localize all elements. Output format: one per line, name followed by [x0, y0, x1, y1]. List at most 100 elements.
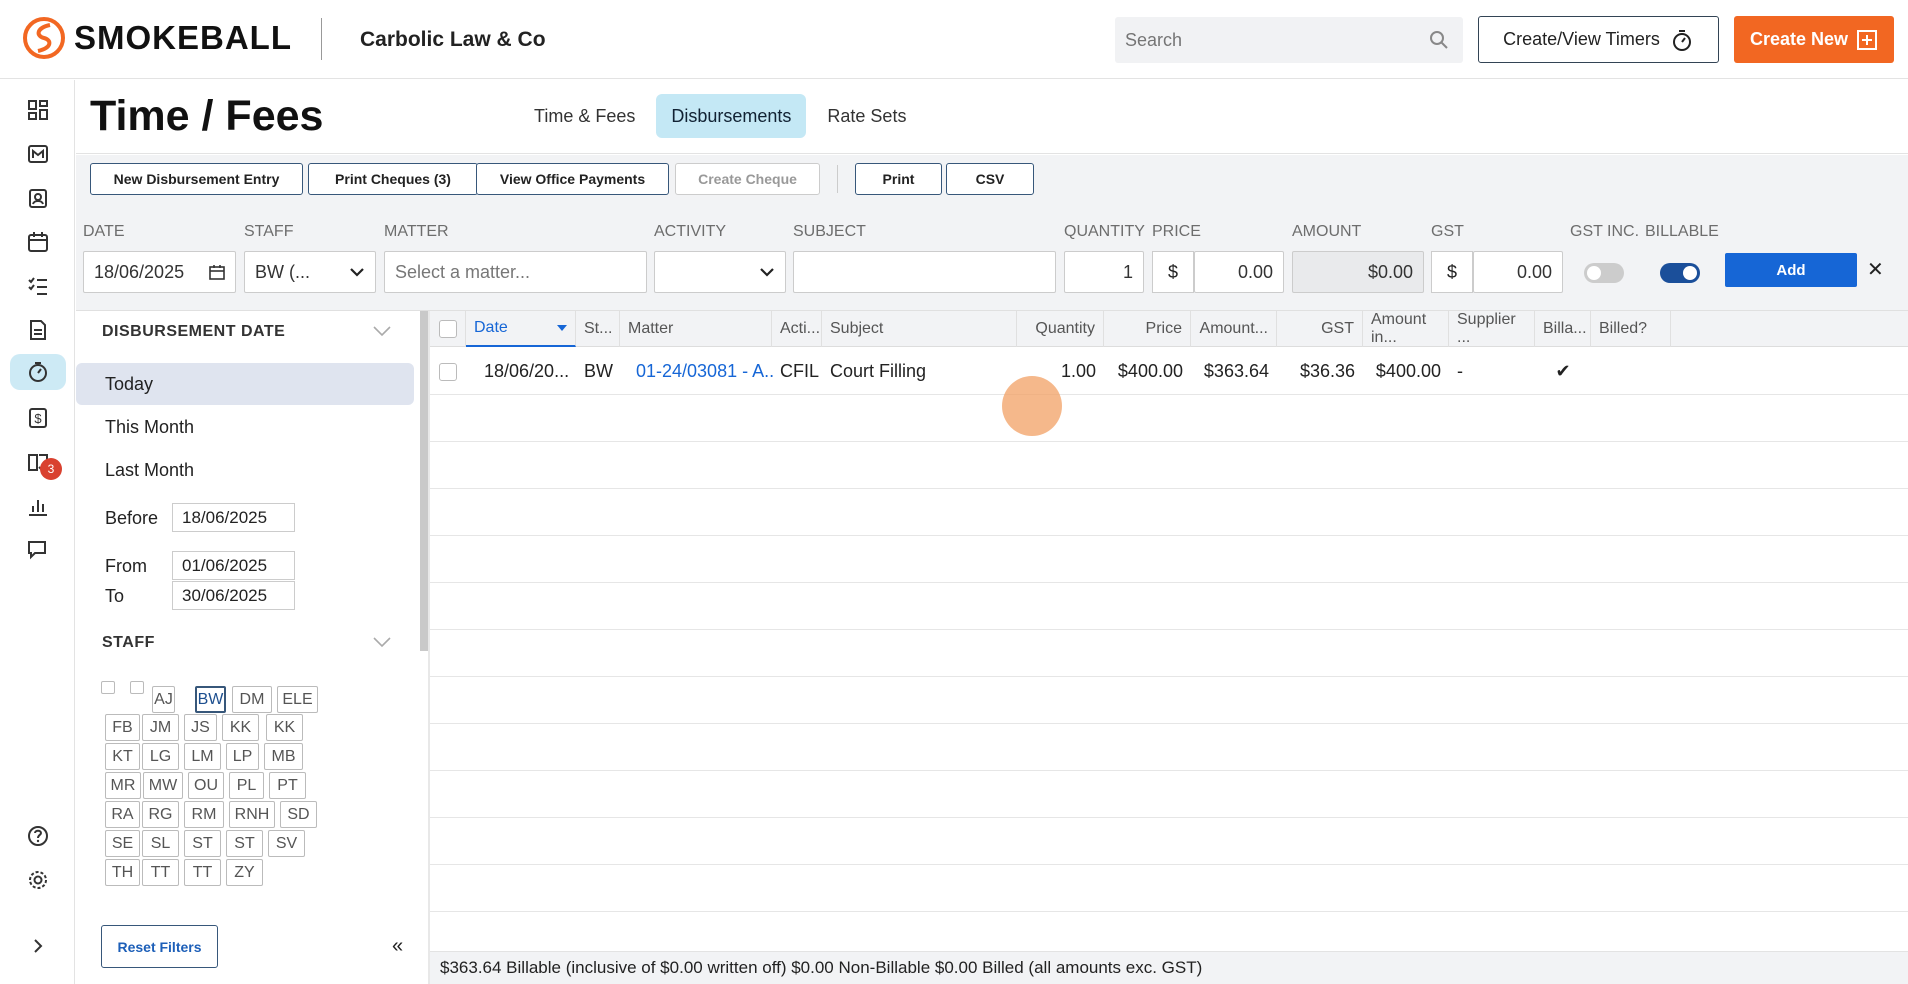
filters-scrollbar[interactable] — [420, 311, 428, 651]
column-supplier[interactable]: Supplier ... — [1449, 311, 1535, 347]
staff-heading[interactable]: STAFF — [102, 634, 155, 652]
sort-desc-icon[interactable] — [557, 325, 567, 331]
column-amount[interactable]: Amount... — [1191, 311, 1277, 347]
tasks-icon[interactable] — [24, 272, 52, 300]
staff-chip[interactable]: AJ — [152, 686, 175, 713]
close-icon[interactable]: ✕ — [1867, 257, 1884, 282]
row-checkbox[interactable] — [439, 362, 457, 381]
new-disbursement-entry-button[interactable]: New Disbursement Entry — [90, 163, 303, 195]
create-cheque-button[interactable]: Create Cheque — [675, 163, 820, 195]
staff-chip[interactable] — [130, 681, 144, 694]
csv-button[interactable]: CSV — [946, 163, 1034, 195]
staff-chip[interactable]: JS — [184, 714, 217, 741]
column-quantity[interactable]: Quantity — [1017, 311, 1104, 347]
staff-chip[interactable]: RG — [142, 801, 179, 828]
staff-chip[interactable]: KK — [222, 714, 259, 741]
column-billed[interactable]: Billed? — [1591, 311, 1671, 347]
documents-icon[interactable] — [24, 316, 52, 344]
staff-chip[interactable]: ST — [226, 830, 263, 857]
column-date[interactable]: Date — [466, 311, 576, 347]
table-row[interactable]: 18/06/20... BW 01-24/03081 - A... CFIL C… — [430, 348, 1908, 395]
messages-icon[interactable] — [24, 536, 52, 564]
smokeball-logo[interactable]: SMOKEBALL — [22, 16, 292, 60]
staff-chip[interactable] — [101, 681, 115, 694]
time-fees-icon[interactable] — [10, 354, 66, 390]
date-filter-today[interactable]: Today — [76, 363, 414, 405]
create-view-timers-button[interactable]: Create/View Timers — [1478, 16, 1719, 63]
staff-chip[interactable]: PL — [229, 772, 264, 799]
reports-icon[interactable] — [24, 492, 52, 520]
search-icon[interactable] — [1429, 30, 1449, 50]
staff-chip[interactable]: KK — [266, 714, 303, 741]
column-subject[interactable]: Subject — [822, 311, 1017, 347]
column-amount-inc[interactable]: Amount in... — [1363, 311, 1449, 347]
print-cheques-button[interactable]: Print Cheques (3) — [308, 163, 478, 195]
search-box[interactable] — [1115, 17, 1463, 63]
staff-select[interactable]: BW (... — [244, 251, 376, 293]
staff-chip[interactable]: ELE — [277, 686, 318, 713]
search-input[interactable] — [1115, 17, 1415, 63]
staff-chip[interactable]: PT — [269, 772, 306, 799]
tab-time-fees[interactable]: Time & Fees — [519, 94, 650, 138]
staff-chip[interactable]: BW — [195, 686, 226, 713]
view-office-payments-button[interactable]: View Office Payments — [476, 163, 669, 195]
staff-chip[interactable]: LG — [142, 743, 179, 770]
billing-icon[interactable]: $ — [24, 404, 52, 432]
staff-chip[interactable]: OU — [188, 772, 224, 799]
staff-chip[interactable]: MB — [264, 743, 303, 770]
reset-filters-button[interactable]: Reset Filters — [101, 925, 218, 968]
staff-chip[interactable]: TT — [184, 859, 221, 886]
staff-chip[interactable]: RA — [105, 801, 140, 828]
staff-chip[interactable]: TH — [105, 859, 140, 886]
print-button[interactable]: Print — [855, 163, 942, 195]
calendar-picker-icon[interactable] — [209, 264, 225, 280]
staff-chip[interactable]: TT — [142, 859, 179, 886]
date-field[interactable]: 18/06/2025 — [83, 251, 236, 293]
from-date-input[interactable]: 01/06/2025 — [172, 551, 295, 580]
expand-nav-chevron-icon[interactable] — [24, 932, 52, 960]
disbursement-date-heading[interactable]: DISBURSEMENT DATE — [102, 323, 285, 341]
calendar-icon[interactable] — [24, 228, 52, 256]
subject-input[interactable] — [793, 251, 1056, 293]
column-staff[interactable]: St... — [576, 311, 620, 347]
staff-chip[interactable]: RNH — [229, 801, 275, 828]
staff-chip[interactable]: LP — [226, 743, 259, 770]
staff-chip[interactable]: SL — [142, 830, 179, 857]
staff-chip[interactable]: FB — [105, 714, 140, 741]
dashboard-icon[interactable] — [24, 96, 52, 124]
matter-select[interactable]: Select a matter... — [384, 251, 647, 293]
staff-chip[interactable]: ST — [184, 830, 221, 857]
staff-chip[interactable]: MR — [105, 772, 141, 799]
contacts-icon[interactable] — [24, 184, 52, 212]
staff-chip[interactable]: SV — [268, 830, 305, 857]
activity-select[interactable] — [654, 251, 786, 293]
column-gst[interactable]: GST — [1277, 311, 1363, 347]
staff-chip[interactable]: ZY — [226, 859, 263, 886]
column-activity[interactable]: Acti... — [772, 311, 822, 347]
cell-matter-link[interactable]: 01-24/03081 - A... — [628, 348, 774, 395]
column-matter[interactable]: Matter — [620, 311, 772, 347]
date-filter-this-month[interactable]: This Month — [76, 406, 414, 448]
staff-chip[interactable]: SD — [280, 801, 317, 828]
before-date-input[interactable]: 18/06/2025 — [172, 503, 295, 532]
settings-gear-icon[interactable] — [24, 866, 52, 894]
staff-chip[interactable]: KT — [105, 743, 140, 770]
price-input[interactable]: 0.00 — [1194, 251, 1284, 293]
staff-chip[interactable]: JM — [142, 714, 179, 741]
add-button[interactable]: Add — [1725, 253, 1857, 287]
chevron-down-icon[interactable] — [372, 636, 392, 648]
matters-icon[interactable] — [24, 140, 52, 168]
tab-rate-sets[interactable]: Rate Sets — [812, 94, 921, 138]
gst-inc-toggle[interactable] — [1584, 263, 1624, 283]
quantity-input[interactable]: 1 — [1064, 251, 1144, 293]
tab-disbursements[interactable]: Disbursements — [656, 94, 807, 138]
date-filter-last-month[interactable]: Last Month — [76, 449, 414, 491]
staff-chip[interactable]: MW — [143, 772, 183, 799]
collapse-panel-icon[interactable]: « — [392, 935, 403, 958]
staff-chip[interactable]: RM — [184, 801, 224, 828]
staff-chip[interactable]: DM — [232, 686, 272, 713]
staff-chip[interactable]: LM — [184, 743, 221, 770]
gst-input[interactable]: 0.00 — [1473, 251, 1563, 293]
to-date-input[interactable]: 30/06/2025 — [172, 581, 295, 610]
column-billable[interactable]: Billa... — [1535, 311, 1591, 347]
